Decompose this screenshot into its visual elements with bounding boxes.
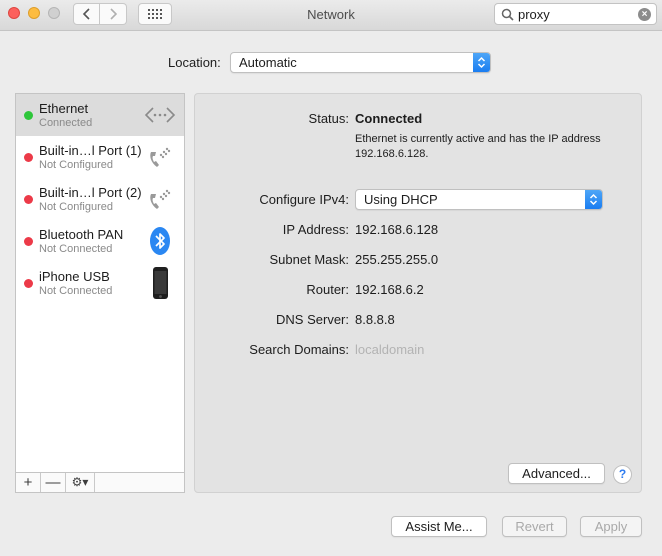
bluetooth-icon: [150, 227, 170, 255]
service-name: Built-in…l Port (1): [39, 143, 142, 158]
status-dot: [24, 195, 33, 204]
configure-ipv4-popup[interactable]: Using DHCP: [355, 189, 603, 210]
service-status: Not Configured: [39, 159, 113, 171]
service-name: iPhone USB: [39, 269, 110, 284]
service-name: Built-in…l Port (2): [39, 185, 142, 200]
service-name: Bluetooth PAN: [39, 227, 124, 242]
help-button[interactable]: ?: [613, 465, 632, 484]
advanced-button[interactable]: Advanced...: [508, 463, 605, 484]
gear-menu-button[interactable]: ⚙▾: [66, 473, 95, 492]
detail-panel: Status: Connected Ethernet is currently …: [194, 93, 642, 493]
service-iphone-usb[interactable]: iPhone USB Not Connected: [16, 262, 184, 304]
service-name: Ethernet: [39, 101, 89, 116]
ethernet-icon: [144, 107, 176, 123]
title-bar: Network proxy ×: [0, 0, 662, 31]
status-dot: [24, 279, 33, 288]
popup-arrows-icon: [473, 53, 490, 72]
clear-search-icon[interactable]: ×: [638, 8, 651, 21]
configure-ipv4-label: Configure IPv4:: [259, 192, 349, 207]
subnet-mask-label: Subnet Mask:: [269, 252, 350, 267]
status-dot: [24, 153, 33, 162]
service-status: Not Connected: [39, 285, 113, 297]
router-label: Router:: [306, 282, 349, 297]
add-service-button[interactable]: +: [16, 473, 41, 492]
remove-service-button[interactable]: —: [41, 473, 66, 492]
dns-server-label: DNS Server:: [276, 312, 349, 327]
iphone-icon: [153, 267, 168, 299]
status-value: Connected: [355, 111, 423, 126]
configure-ipv4-value: Using DHCP: [364, 192, 438, 207]
subnet-mask-value: 255.255.255.0: [355, 252, 439, 267]
assist-me-button[interactable]: Assist Me...: [391, 516, 487, 537]
search-input[interactable]: proxy: [518, 7, 550, 22]
dns-server-value: 8.8.8.8: [355, 312, 395, 327]
service-builtin-port-2[interactable]: Built-in…l Port (2) Not Configured: [16, 178, 184, 220]
popup-arrows-icon: [585, 190, 602, 209]
service-builtin-port-1[interactable]: Built-in…l Port (1) Not Configured: [16, 136, 184, 178]
ip-address-label: IP Address:: [282, 222, 349, 237]
search-field[interactable]: proxy ×: [494, 3, 657, 25]
service-status: Not Connected: [39, 243, 113, 255]
location-label: Location:: [168, 55, 221, 70]
router-value: 192.168.6.2: [355, 282, 424, 297]
status-dot: [24, 111, 33, 120]
service-list-toolbar: + — ⚙▾: [15, 472, 185, 493]
location-popup[interactable]: Automatic: [230, 52, 491, 73]
service-status: Not Configured: [39, 201, 113, 213]
phone-modem-icon: [150, 189, 171, 209]
phone-modem-icon: [150, 147, 171, 167]
apply-button[interactable]: Apply: [580, 516, 642, 537]
service-ethernet[interactable]: Ethernet Connected: [16, 94, 184, 136]
search-domains-value: localdomain: [355, 342, 425, 357]
service-status: Connected: [39, 117, 93, 129]
status-description: Ethernet is currently active and has the…: [355, 133, 601, 160]
service-bluetooth-pan[interactable]: Bluetooth PAN Not Connected: [16, 220, 184, 262]
status-dot: [24, 237, 33, 246]
service-list: Ethernet Connected Built-in…l Port (1) N…: [15, 93, 185, 472]
location-value: Automatic: [239, 55, 297, 70]
status-label: Status:: [308, 111, 349, 126]
search-domains-label: Search Domains:: [249, 342, 349, 357]
revert-button[interactable]: Revert: [502, 516, 567, 537]
search-icon: [501, 8, 514, 21]
ip-address-value: 192.168.6.128: [355, 222, 439, 237]
